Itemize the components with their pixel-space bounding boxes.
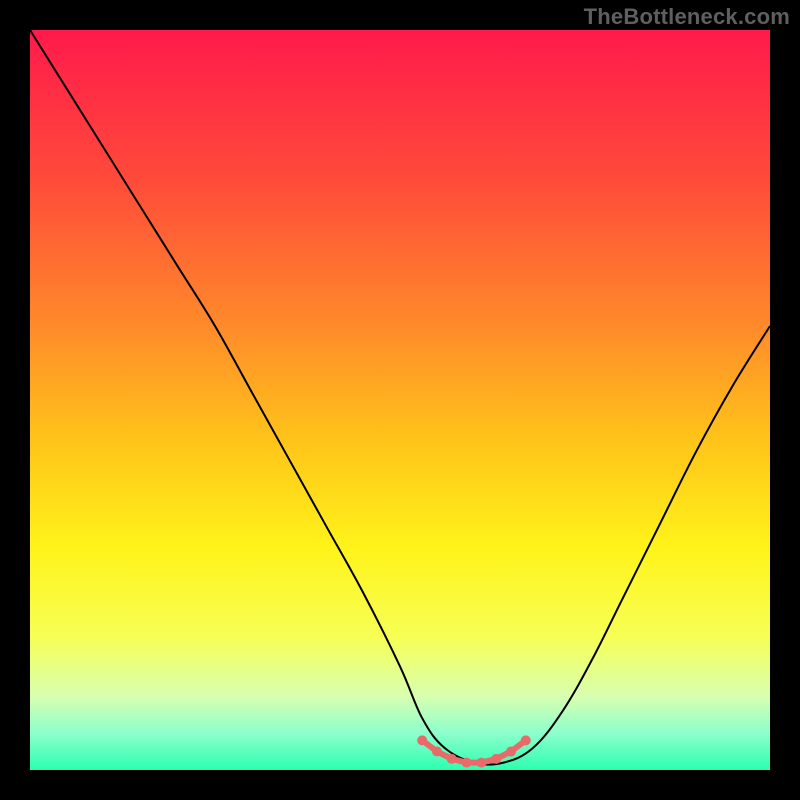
chart-frame: TheBottleneck.com (0, 0, 800, 800)
watermark-text: TheBottleneck.com (584, 4, 790, 30)
chart-svg (30, 30, 770, 770)
gradient-background (30, 30, 770, 770)
plot-area (30, 30, 770, 770)
